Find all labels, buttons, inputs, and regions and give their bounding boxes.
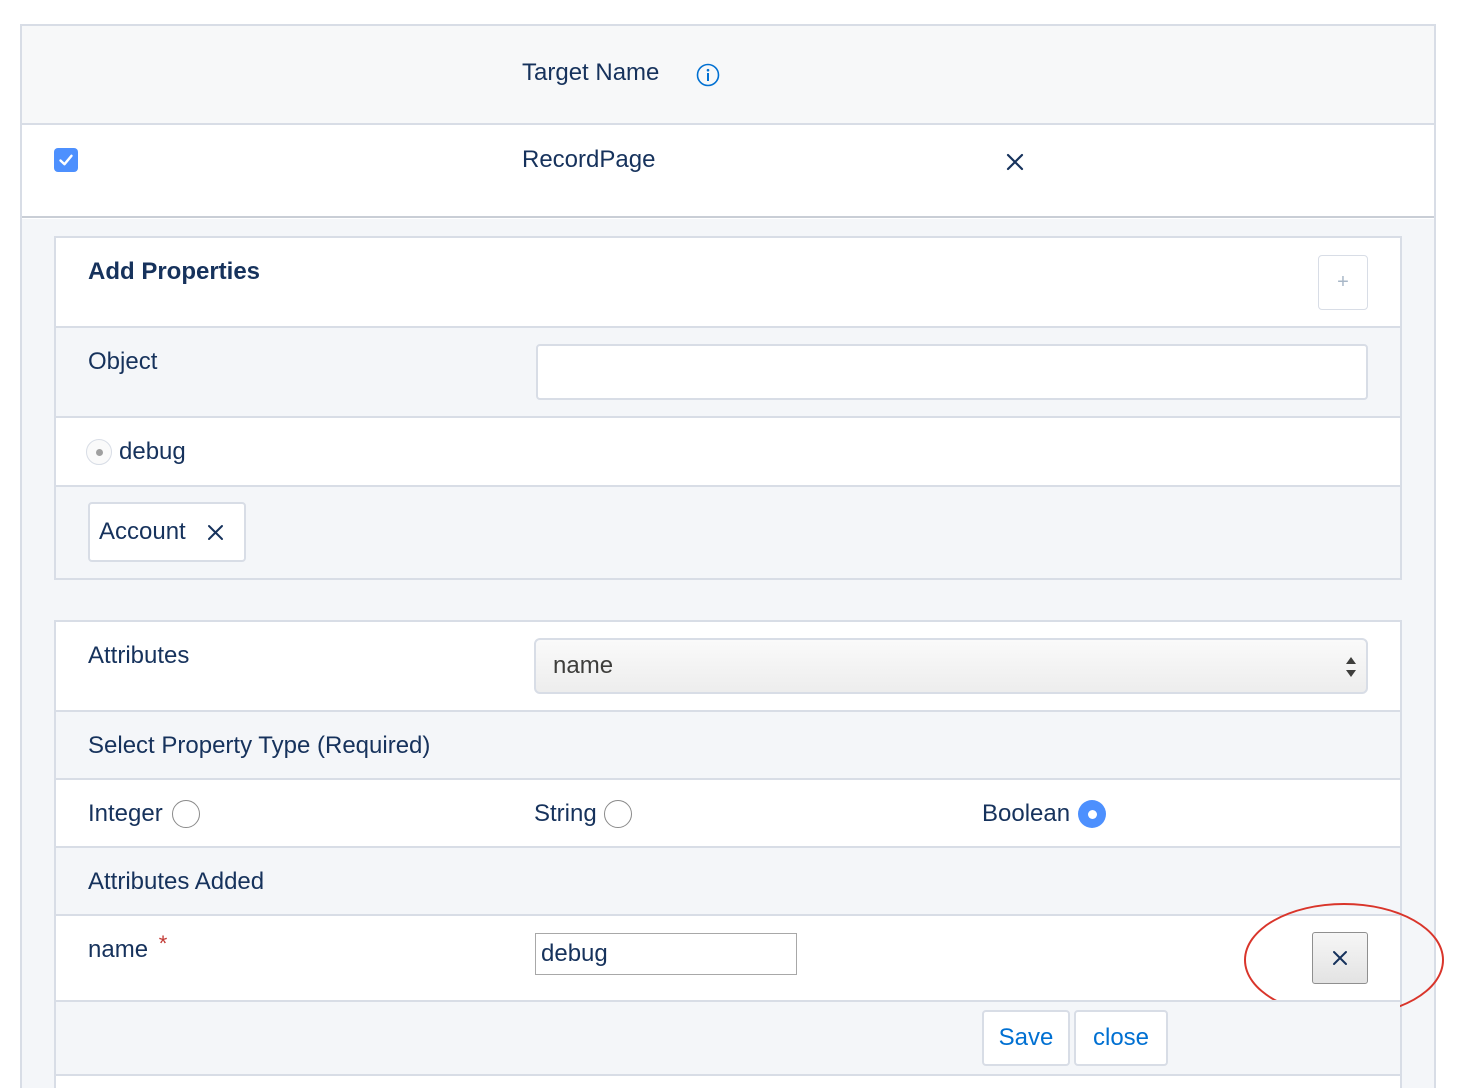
- target-name-cell: RecordPage: [522, 146, 656, 173]
- type-boolean-label: Boolean: [982, 800, 1071, 827]
- object-pill-row: [56, 487, 1400, 578]
- object-pill: Account: [88, 502, 246, 562]
- target-checkbox[interactable]: [54, 148, 78, 172]
- attributes-added-label: Attributes Added: [88, 868, 265, 895]
- type-integer-label: Integer: [88, 800, 163, 827]
- attribute-name: name: [88, 936, 149, 963]
- close-button[interactable]: close: [1074, 1010, 1168, 1066]
- add-properties-title: Add Properties: [88, 258, 261, 285]
- required-marker: *: [158, 931, 168, 956]
- close-icon[interactable]: [1005, 152, 1025, 172]
- info-icon[interactable]: [696, 63, 720, 87]
- select-arrows-icon: [1346, 657, 1356, 677]
- select-property-type-label: Select Property Type (Required): [88, 732, 431, 759]
- attributes-select-value: name: [553, 652, 614, 679]
- table-header-row: [22, 26, 1434, 125]
- object-label: Object: [88, 348, 158, 375]
- remove-pill-icon[interactable]: [207, 524, 224, 541]
- attributes-select[interactable]: name: [534, 638, 1368, 694]
- debug-radio[interactable]: [86, 439, 112, 465]
- debug-row: [56, 418, 1400, 485]
- object-input[interactable]: [536, 344, 1368, 400]
- radio-dot: [95, 448, 103, 456]
- radio-dot: [1087, 809, 1097, 819]
- property-type-row: [56, 780, 1400, 846]
- check-icon: [59, 154, 73, 166]
- attribute-name-label: name *: [88, 931, 167, 964]
- table-row: [22, 127, 1434, 218]
- type-integer-radio[interactable]: [172, 800, 200, 828]
- debug-option-label: debug: [119, 438, 186, 465]
- divider: [54, 1074, 1402, 1076]
- save-button[interactable]: Save: [982, 1010, 1070, 1066]
- type-boolean-radio[interactable]: [1078, 800, 1106, 828]
- attributes-label: Attributes: [88, 642, 190, 669]
- footer-row: [56, 1002, 1400, 1074]
- type-string-radio[interactable]: [604, 800, 632, 828]
- object-pill-label: Account: [99, 518, 186, 545]
- add-property-button[interactable]: +: [1318, 255, 1368, 310]
- target-name-header: Target Name: [522, 59, 660, 86]
- type-string-label: String: [534, 800, 597, 827]
- attribute-value-input[interactable]: debug: [535, 933, 797, 975]
